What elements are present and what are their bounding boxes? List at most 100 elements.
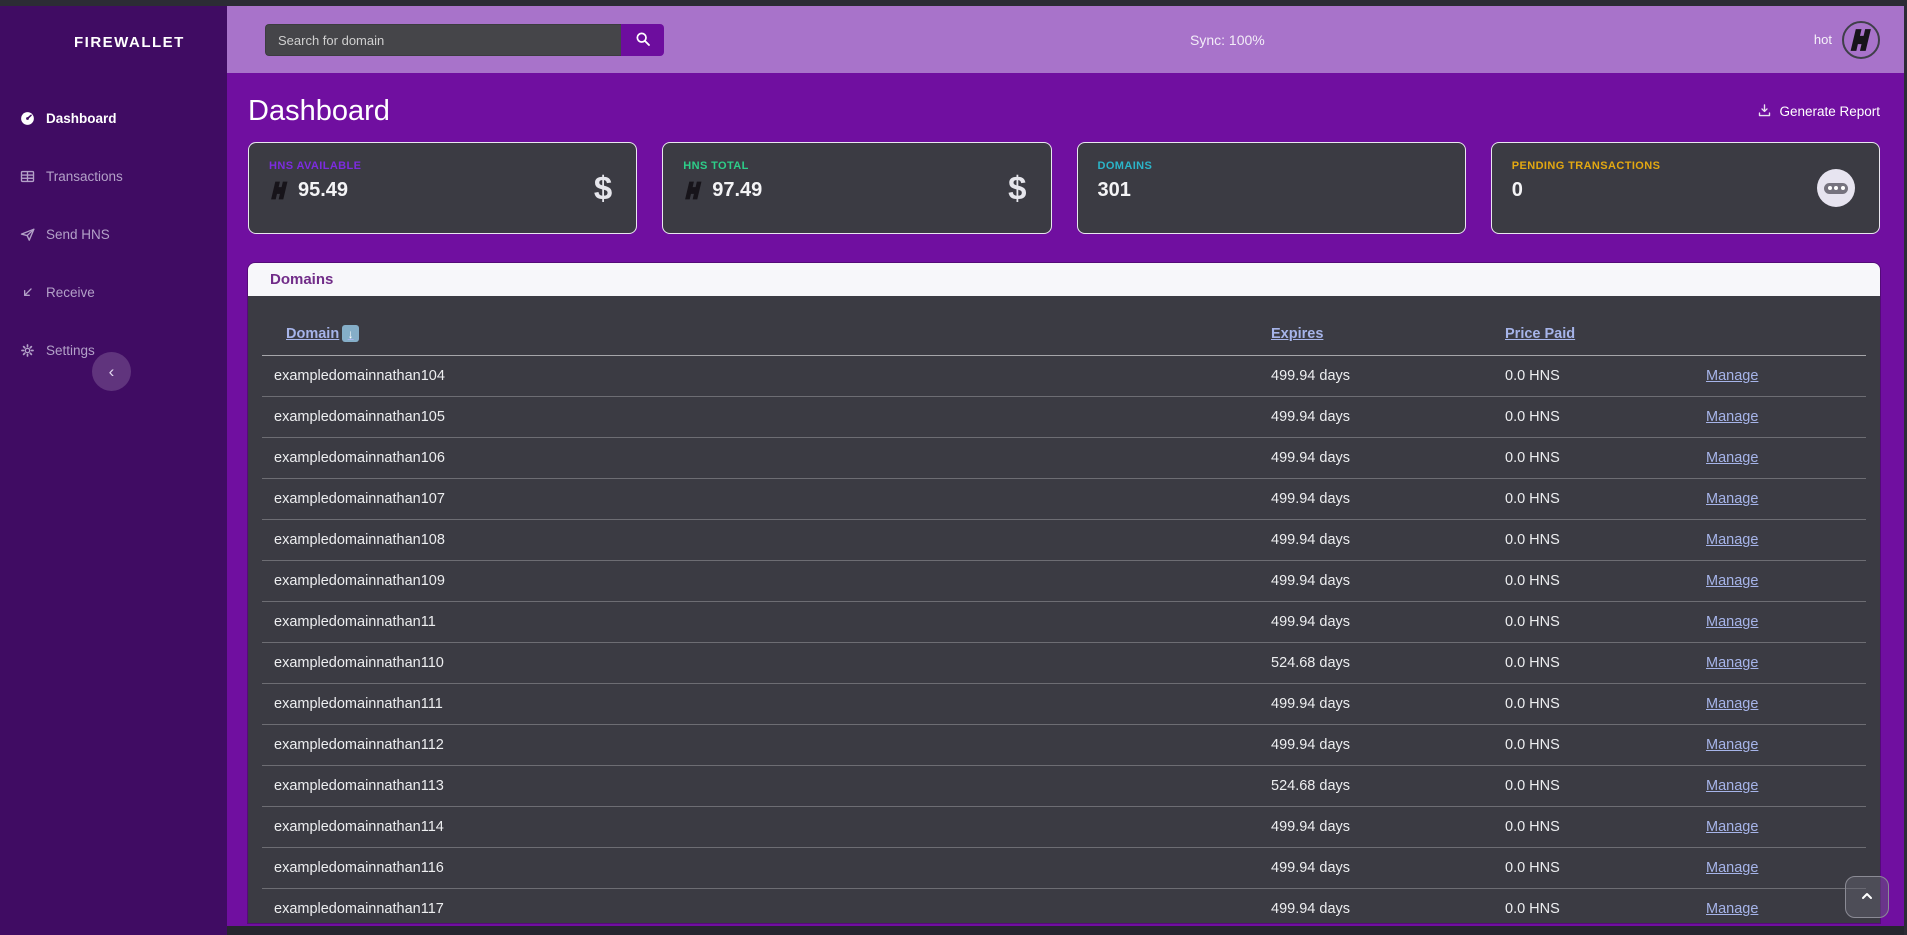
column-header-expires[interactable]: Expires: [1271, 326, 1505, 342]
stat-card-value: 97.49: [712, 179, 762, 202]
sidebar-item-dashboard[interactable]: Dashboard: [0, 95, 227, 141]
table-row: exampledomainnathan116499.94 days0.0 HNS…: [262, 848, 1866, 889]
manage-link[interactable]: Manage: [1706, 532, 1866, 548]
manage-link[interactable]: Manage: [1706, 778, 1866, 794]
cell-expires: 499.94 days: [1271, 491, 1505, 507]
manage-link[interactable]: Manage: [1706, 409, 1866, 425]
manage-link[interactable]: Manage: [1706, 450, 1866, 466]
wallet-switcher[interactable]: hot: [1814, 6, 1880, 73]
handshake-logo-icon: [1842, 21, 1880, 59]
main-content: Dashboard Generate Report HNS AVAILABLE 9…: [227, 73, 1907, 935]
manage-link[interactable]: Manage: [1706, 860, 1866, 876]
handshake-coin-icon: [269, 180, 290, 201]
cell-domain: exampledomainnathan105: [262, 409, 1271, 425]
manage-link[interactable]: Manage: [1706, 573, 1866, 589]
stat-card-pending-transactions: PENDING TRANSACTIONS 0: [1491, 142, 1880, 234]
handshake-coin-icon: [683, 180, 704, 201]
cell-domain: exampledomainnathan109: [262, 573, 1271, 589]
stat-card-value: 0: [1512, 179, 1523, 202]
stat-card-hns-total: HNS TOTAL97.49$: [662, 142, 1051, 234]
sidebar: FIREWALLET Dashboard Transactions Send HNS…: [0, 6, 227, 935]
cell-expires: 499.94 days: [1271, 450, 1505, 466]
table-row: exampledomainnathan108499.94 days0.0 HNS…: [262, 520, 1866, 561]
window-bottom-edge: [227, 926, 1907, 935]
gauge-icon: [18, 109, 36, 127]
domains-table: Domain ↓ Expires Price Paid exampledomai…: [248, 296, 1880, 923]
manage-link[interactable]: Manage: [1706, 901, 1866, 917]
stat-card-label: HNS AVAILABLE: [269, 160, 616, 172]
table-row: exampledomainnathan11499.94 days0.0 HNSM…: [262, 602, 1866, 643]
window-top-edge: [0, 0, 1907, 6]
table-row: exampledomainnathan117499.94 days0.0 HNS…: [262, 889, 1866, 923]
brand-name: FIREWALLET: [74, 34, 185, 51]
download-icon: [1757, 103, 1772, 121]
cell-expires: 499.94 days: [1271, 696, 1505, 712]
generate-report-button[interactable]: Generate Report: [1757, 103, 1880, 121]
search-icon: [635, 31, 651, 50]
search-button[interactable]: [621, 24, 664, 56]
cell-domain: exampledomainnathan114: [262, 819, 1271, 835]
search-input[interactable]: [265, 24, 621, 56]
sidebar-item-label: Transactions: [46, 169, 123, 184]
brand: FIREWALLET: [0, 6, 227, 77]
send-icon: [18, 225, 36, 243]
domains-table-body: exampledomainnathan104499.94 days0.0 HNS…: [262, 356, 1866, 923]
domains-panel: Domains Domain ↓ Expires Price Paid exam…: [248, 263, 1880, 923]
manage-link[interactable]: Manage: [1706, 737, 1866, 753]
cell-domain: exampledomainnathan106: [262, 450, 1271, 466]
manage-link[interactable]: Manage: [1706, 655, 1866, 671]
table-icon: [18, 167, 36, 185]
manage-link[interactable]: Manage: [1706, 819, 1866, 835]
cell-expires: 499.94 days: [1271, 532, 1505, 548]
firewallet-logo-icon: [18, 18, 62, 67]
sort-descending-icon[interactable]: ↓: [342, 325, 359, 342]
topbar: Sync: 100% hot: [227, 6, 1907, 73]
cell-price-paid: 0.0 HNS: [1505, 819, 1706, 835]
sidebar-item-label: Send HNS: [46, 227, 110, 242]
stat-cards: HNS AVAILABLE95.49$HNS TOTAL97.49$DOMAIN…: [248, 142, 1880, 234]
ellipsis-icon[interactable]: [1817, 169, 1855, 207]
cell-price-paid: 0.0 HNS: [1505, 655, 1706, 671]
chevron-left-icon: ‹: [109, 362, 115, 382]
cell-expires: 499.94 days: [1271, 901, 1505, 917]
cell-expires: 499.94 days: [1271, 819, 1505, 835]
stat-card-value: 95.49: [298, 179, 348, 202]
manage-link[interactable]: Manage: [1706, 368, 1866, 384]
cell-domain: exampledomainnathan11: [262, 614, 1271, 630]
cell-expires: 499.94 days: [1271, 368, 1505, 384]
sidebar-item-label: Receive: [46, 285, 95, 300]
cell-price-paid: 0.0 HNS: [1505, 778, 1706, 794]
manage-link[interactable]: Manage: [1706, 614, 1866, 630]
sidebar-collapse-button[interactable]: ‹: [92, 352, 131, 391]
manage-link[interactable]: Manage: [1706, 696, 1866, 712]
cell-price-paid: 0.0 HNS: [1505, 532, 1706, 548]
cell-price-paid: 0.0 HNS: [1505, 573, 1706, 589]
page-header: Dashboard Generate Report: [248, 95, 1880, 128]
cell-price-paid: 0.0 HNS: [1505, 901, 1706, 917]
sidebar-item-label: Dashboard: [46, 111, 117, 126]
cell-domain: exampledomainnathan113: [262, 778, 1271, 794]
cell-domain: exampledomainnathan108: [262, 532, 1271, 548]
stat-card-domains: DOMAINS301: [1077, 142, 1466, 234]
domain-search: [265, 24, 664, 56]
table-row: exampledomainnathan109499.94 days0.0 HNS…: [262, 561, 1866, 602]
sidebar-item-send-hns[interactable]: Send HNS: [0, 211, 227, 257]
cell-expires: 499.94 days: [1271, 573, 1505, 589]
column-header-price-paid[interactable]: Price Paid: [1505, 326, 1706, 342]
table-row: exampledomainnathan107499.94 days0.0 HNS…: [262, 479, 1866, 520]
scroll-to-top-button[interactable]: [1845, 876, 1889, 918]
sidebar-item-receive[interactable]: Receive: [0, 269, 227, 315]
cell-domain: exampledomainnathan104: [262, 368, 1271, 384]
stat-card-label: PENDING TRANSACTIONS: [1512, 160, 1859, 172]
dollar-sign-icon: $: [1008, 172, 1026, 205]
table-row: exampledomainnathan105499.94 days0.0 HNS…: [262, 397, 1866, 438]
stat-card-value: 301: [1098, 179, 1131, 202]
cell-price-paid: 0.0 HNS: [1505, 860, 1706, 876]
sidebar-item-transactions[interactable]: Transactions: [0, 153, 227, 199]
manage-link[interactable]: Manage: [1706, 491, 1866, 507]
table-row: exampledomainnathan110524.68 days0.0 HNS…: [262, 643, 1866, 684]
dollar-sign-icon: $: [594, 172, 612, 205]
column-header-domain[interactable]: Domain: [274, 326, 339, 342]
chevron-up-icon: [1859, 888, 1875, 907]
cell-expires: 499.94 days: [1271, 409, 1505, 425]
